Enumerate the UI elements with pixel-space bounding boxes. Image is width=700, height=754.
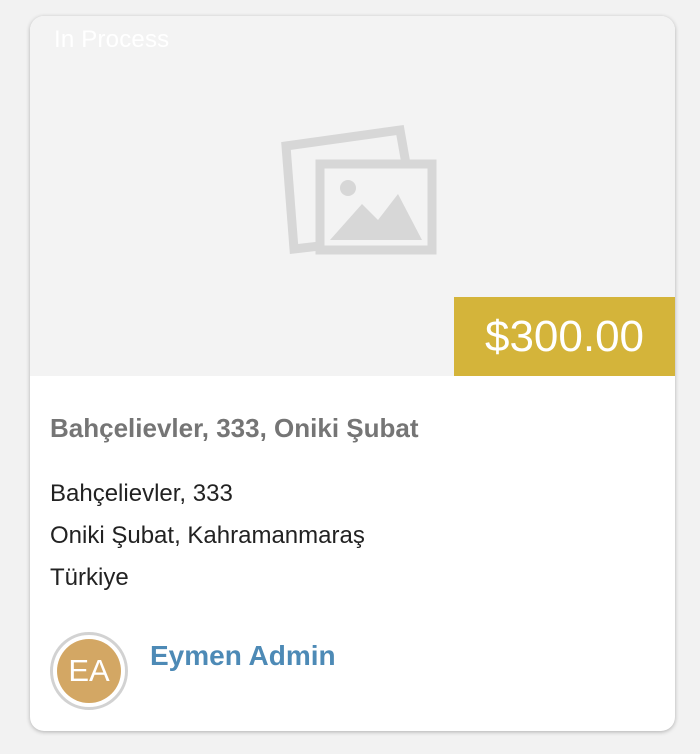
- address-line: Türkiye: [50, 564, 129, 591]
- agent-name-link[interactable]: Eymen Admin: [150, 640, 336, 672]
- agent-info: EA Eymen Admin: [50, 632, 336, 714]
- address-line: Oniki Şubat, Kahramanmaraş: [50, 522, 365, 549]
- price-badge: $300.00: [454, 297, 675, 376]
- listing-title[interactable]: Bahçelievler, 333, Oniki Şubat: [50, 413, 419, 444]
- status-label: In Process: [54, 26, 170, 53]
- listing-image[interactable]: In Process $300.00: [30, 16, 675, 376]
- address-line: Bahçelievler, 333: [50, 480, 233, 507]
- image-placeholder-icon: [281, 124, 437, 255]
- avatar-initials: EA: [57, 639, 121, 703]
- listing-card[interactable]: In Process $300.00 Bahçelievler, 333, On…: [30, 16, 675, 731]
- listing-address: Bahçelievler, 333 Oniki Şubat, Kahramanm…: [50, 473, 365, 599]
- avatar[interactable]: EA: [50, 632, 128, 710]
